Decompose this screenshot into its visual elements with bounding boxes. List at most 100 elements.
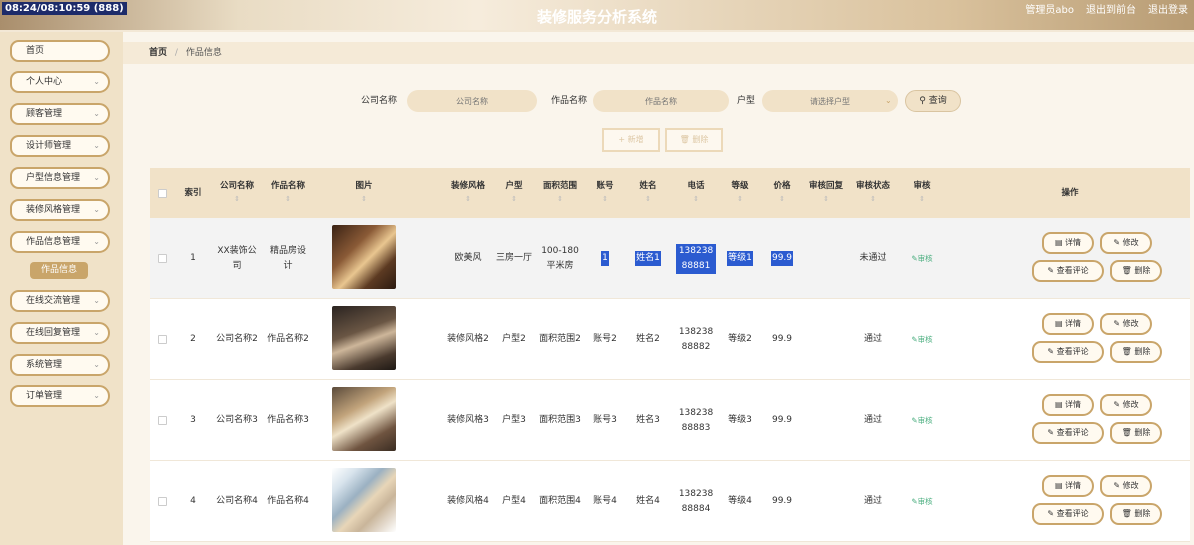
- sidebar: 首页 个人中心 ⌄ 顾客管理 ⌄ 设计师管理 ⌄ 户型信息管理 ⌄ 装修风格管理 ⌄ 作品信息管理 ⌄ 在…: [0, 32, 123, 545]
- breadcrumb-home[interactable]: 首页: [149, 48, 167, 58]
- chevron-down-icon: ⌄: [93, 141, 100, 150]
- sort-icon[interactable]: ⇕: [285, 193, 291, 206]
- cell-text: 1: [190, 253, 196, 263]
- table-cell[interactable]: [150, 218, 174, 299]
- view-comments-button[interactable]: ✎ 查看评论: [1032, 422, 1104, 444]
- trash-icon: 🗑: [1121, 347, 1135, 356]
- table-cell[interactable]: [150, 380, 174, 461]
- delete-button[interactable]: 🗑 删除: [1110, 341, 1162, 363]
- table-cell: 账号3: [586, 380, 624, 461]
- sort-icon[interactable]: ⇕: [693, 193, 699, 206]
- sidebar-item-3[interactable]: 设计师管理 ⌄: [10, 135, 110, 157]
- chevron-down-icon: ⌄: [93, 205, 100, 214]
- cell-text: 2: [190, 334, 196, 344]
- query-button[interactable]: ⚲ 查询: [905, 90, 961, 112]
- detail-button[interactable]: ▤ 详情: [1042, 475, 1094, 497]
- sort-icon[interactable]: ⇕: [919, 193, 925, 206]
- sidebar-item-label: 在线回复管理: [26, 328, 81, 338]
- cell-text: 等级2: [728, 334, 752, 344]
- add-button[interactable]: + 新增: [602, 128, 660, 152]
- search-icon: ⚲: [919, 96, 926, 106]
- table-cell: 姓名4: [624, 461, 672, 542]
- table-cell[interactable]: ✎ 审核: [898, 218, 946, 299]
- column-header[interactable]: [150, 168, 174, 218]
- sidebar-subitem-works[interactable]: 作品信息: [30, 262, 88, 279]
- sort-icon[interactable]: ⇕: [361, 193, 367, 206]
- sort-icon[interactable]: ⇕: [823, 193, 829, 206]
- edit-icon: ✎: [1113, 319, 1123, 328]
- sidebar-item-10[interactable]: 订单管理 ⌄: [10, 385, 110, 407]
- edit-button[interactable]: ✎ 修改: [1100, 394, 1152, 416]
- delete-button[interactable]: 🗑 删除: [1110, 260, 1162, 282]
- table-cell: 3: [174, 380, 212, 461]
- table-cell[interactable]: [150, 461, 174, 542]
- company-search-input[interactable]: [407, 90, 537, 112]
- detail-button[interactable]: ▤ 详情: [1042, 394, 1094, 416]
- table-cell: 作品名称2: [262, 299, 314, 380]
- table-cell: 作品名称4: [262, 461, 314, 542]
- column-header: 图片 ⇕: [314, 168, 414, 218]
- sidebar-item-9[interactable]: 系统管理 ⌄: [10, 354, 110, 376]
- sort-icon[interactable]: ⇕: [737, 193, 743, 206]
- sort-icon[interactable]: ⇕: [645, 193, 651, 206]
- sidebar-item-label: 户型信息管理: [26, 173, 81, 183]
- view-comments-button-label: 查看评论: [1056, 509, 1089, 518]
- delete-button-label: 删除: [1134, 509, 1151, 518]
- row-checkbox[interactable]: [157, 254, 167, 263]
- sidebar-item-8[interactable]: 在线回复管理 ⌄: [10, 322, 110, 344]
- sort-icon[interactable]: ⇕: [234, 193, 240, 206]
- view-comments-button[interactable]: ✎ 查看评论: [1032, 260, 1104, 282]
- sort-icon[interactable]: ⇕: [870, 193, 876, 206]
- work-search-input[interactable]: [593, 90, 729, 112]
- table-cell[interactable]: ✎ 审核: [898, 461, 946, 542]
- table-cell[interactable]: ✎ 审核: [898, 299, 946, 380]
- table-cell: 13823888883: [672, 380, 720, 461]
- chevron-down-icon: ⌄: [885, 96, 892, 105]
- row-checkbox[interactable]: [157, 497, 167, 506]
- detail-button[interactable]: ▤ 详情: [1042, 232, 1094, 254]
- table-cell[interactable]: [150, 299, 174, 380]
- work-image: [332, 306, 396, 370]
- logout-link[interactable]: 退出登录: [1148, 1, 1188, 16]
- document-icon: ▤: [1054, 481, 1066, 490]
- column-header-label: 审核回复: [808, 181, 843, 191]
- sidebar-item-5[interactable]: 装修风格管理 ⌄: [10, 199, 110, 221]
- view-comments-button[interactable]: ✎ 查看评论: [1032, 341, 1104, 363]
- detail-button[interactable]: ▤ 详情: [1042, 313, 1094, 335]
- sidebar-item-4[interactable]: 户型信息管理 ⌄: [10, 167, 110, 189]
- table-cell: 100-180平米房: [534, 218, 586, 299]
- edit-button[interactable]: ✎ 修改: [1100, 475, 1152, 497]
- type-select[interactable]: [762, 90, 898, 112]
- table-cell: 13823888881: [672, 218, 720, 299]
- delete-selected-button[interactable]: 🗑 删除: [665, 128, 723, 152]
- edit-button[interactable]: ✎ 修改: [1100, 232, 1152, 254]
- delete-button[interactable]: 🗑 删除: [1110, 503, 1162, 525]
- sidebar-item-6[interactable]: 作品信息管理 ⌄: [10, 231, 110, 253]
- sidebar-item-7[interactable]: 在线交流管理 ⌄: [10, 290, 110, 312]
- row-checkbox[interactable]: [157, 335, 167, 344]
- sidebar-item-0[interactable]: 首页: [10, 40, 110, 62]
- sidebar-item-1[interactable]: 个人中心 ⌄: [10, 71, 110, 93]
- edit-button[interactable]: ✎ 修改: [1100, 313, 1152, 335]
- sidebar-item-2[interactable]: 顾客管理 ⌄: [10, 103, 110, 125]
- table-cell[interactable]: ✎ 审核: [898, 380, 946, 461]
- sort-icon[interactable]: ⇕: [602, 193, 608, 206]
- sort-icon[interactable]: ⇕: [511, 193, 517, 206]
- detail-button-label: 详情: [1065, 481, 1082, 490]
- sidebar-item-label: 首页: [26, 46, 45, 56]
- sort-icon[interactable]: ⇕: [557, 193, 563, 206]
- admin-name: 管理员abo: [1025, 5, 1074, 16]
- back-to-front-link[interactable]: 退出到前台: [1086, 1, 1136, 16]
- table-cell: [804, 380, 848, 461]
- chevron-down-icon: ⌄: [93, 173, 100, 182]
- delete-button[interactable]: 🗑 删除: [1110, 422, 1162, 444]
- view-comments-button[interactable]: ✎ 查看评论: [1032, 503, 1104, 525]
- select-all-checkbox[interactable]: [157, 188, 167, 198]
- sort-icon[interactable]: ⇕: [465, 193, 471, 206]
- cell-text: 通过: [863, 496, 882, 506]
- sort-icon[interactable]: ⇕: [779, 193, 785, 206]
- company-label: 公司名称: [361, 96, 398, 106]
- column-header-label: 户型: [505, 181, 523, 191]
- row-checkbox[interactable]: [157, 416, 167, 425]
- table-cell: 面积范围3: [534, 380, 586, 461]
